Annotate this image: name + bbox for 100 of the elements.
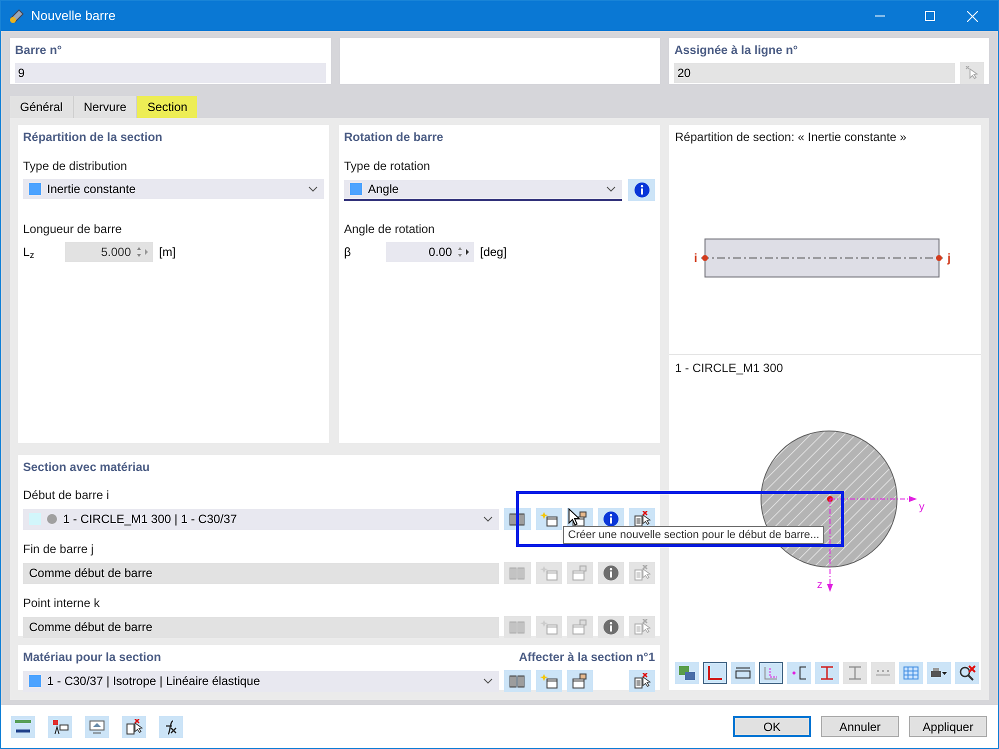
symbol-label: β	[344, 244, 352, 261]
edit-window-icon	[570, 619, 589, 635]
member-number-label: Barre n°	[15, 42, 63, 59]
i-profile-button[interactable]	[815, 662, 839, 684]
section-heading: Répartition de la section	[23, 129, 164, 146]
new-window-button[interactable]	[536, 508, 562, 530]
profile-outline-button[interactable]	[703, 662, 727, 684]
field-label: Type de rotation	[344, 158, 432, 175]
field-label: Angle de rotation	[344, 221, 436, 238]
dialog-button[interactable]: Annuler	[821, 716, 899, 737]
tab[interactable]: Section	[137, 96, 198, 118]
shear-center-icon	[790, 665, 808, 681]
new-window-icon	[540, 511, 558, 527]
axes-icon	[762, 665, 780, 681]
section-dropdown[interactable]: 1 - CIRCLE_M1 300 | 1 - C30/37	[23, 508, 500, 530]
color-swatch	[29, 183, 41, 195]
shear-center-button[interactable]	[787, 662, 811, 684]
formula-button[interactable]	[159, 716, 183, 738]
line-number-label: Assignée à la ligne n°	[674, 42, 799, 59]
color-swatch	[350, 183, 362, 195]
preview-title: Répartition de section: « Inertie constante »	[675, 129, 908, 146]
i-profile-button[interactable]	[843, 662, 867, 684]
distribution-dropdown[interactable]: Inertie constante	[23, 179, 324, 199]
window-title: Nouvelle barre	[31, 7, 116, 26]
display-button[interactable]	[85, 716, 109, 738]
info-icon	[602, 565, 619, 581]
info-icon	[602, 511, 619, 527]
tooltip: Créer une nouvelle section pour le début de barre...	[563, 526, 824, 544]
maximize-icon[interactable]	[925, 11, 935, 21]
section-heading: Rotation de barre	[344, 129, 444, 146]
end-label: i	[694, 250, 698, 267]
color-swatch	[29, 675, 41, 687]
book-button[interactable]	[504, 670, 531, 692]
end-label: j	[947, 250, 951, 267]
field-label: Début de barre i	[23, 487, 110, 504]
info-icon	[602, 619, 619, 635]
new-window-icon	[540, 565, 558, 581]
axis-label: y	[919, 500, 924, 515]
spin-arrows-icon	[135, 246, 149, 258]
info-button[interactable]	[598, 616, 624, 638]
color-scheme-icon	[51, 718, 69, 734]
material-dropdown[interactable]: 1 - C30/37 | Isotrope | Linéaire élastique	[23, 670, 500, 692]
book-icon	[509, 566, 526, 580]
number-field[interactable]: 5.000	[65, 242, 153, 262]
tab[interactable]: Général	[10, 96, 74, 118]
delete-pointer-icon	[632, 673, 651, 689]
chevron-down-icon	[308, 186, 318, 192]
grid-icon	[902, 665, 920, 681]
zoom-reset-icon	[958, 665, 976, 681]
new-window-icon	[540, 619, 558, 635]
i-profile-icon	[846, 665, 864, 681]
book-icon	[509, 620, 526, 634]
display-icon	[88, 718, 106, 734]
member-number-field[interactable]: 9	[15, 63, 326, 83]
field-label: Fin de barre j	[23, 541, 95, 558]
mouse-cursor-icon	[568, 508, 580, 526]
line-number-field[interactable]: 20	[674, 63, 955, 83]
section-image-button[interactable]	[675, 662, 699, 684]
dialog-button[interactable]: Appliquer	[909, 716, 987, 737]
field-label: Point interne k	[23, 595, 101, 612]
chevron-down-icon	[483, 678, 494, 684]
spin-arrows-icon	[456, 246, 470, 258]
close-icon[interactable]	[967, 10, 978, 22]
field-label: Type de distribution	[23, 158, 128, 175]
unit-label: [deg]	[480, 244, 507, 261]
axis-label: z	[817, 578, 822, 593]
delete-pointer-icon	[632, 565, 651, 581]
assign-label: Affecter à la section n°1	[518, 649, 655, 666]
chevron-down-icon	[606, 186, 616, 192]
section-image-icon	[678, 665, 696, 681]
edit-window-icon	[570, 565, 589, 581]
dialog-button[interactable]: OK	[733, 716, 811, 737]
field-label: Longueur de barre	[23, 221, 123, 238]
section-name: 1 - CIRCLE_M1 300	[675, 360, 784, 377]
profile-outline-icon	[706, 665, 724, 681]
book-icon	[509, 674, 526, 688]
symbol-label: L$_{z}$	[23, 244, 36, 261]
number-field[interactable]: 0.00	[386, 242, 474, 262]
edit-window-button[interactable]	[566, 670, 593, 692]
delete-pointer-button[interactable]	[628, 670, 656, 692]
delete-pointer-icon	[632, 511, 651, 527]
info-icon	[634, 182, 650, 198]
section-heading: Matériau pour la section	[23, 649, 162, 666]
section-heading: Section avec matériau	[23, 459, 151, 476]
i-profile-icon	[818, 665, 836, 681]
edit-window-icon	[570, 673, 589, 689]
delete-pointer-button[interactable]	[122, 716, 146, 738]
delete-pointer-icon	[125, 718, 143, 734]
axes-button[interactable]	[759, 662, 783, 684]
print-button[interactable]	[927, 662, 951, 684]
grid-button[interactable]	[899, 662, 923, 684]
rotation-dropdown[interactable]: Angle	[344, 180, 622, 200]
tab[interactable]: Nervure	[74, 96, 138, 118]
color-scheme-button[interactable]	[48, 716, 72, 738]
new-window-icon	[540, 673, 558, 689]
zoom-reset-button[interactable]	[955, 662, 979, 684]
info-button[interactable]	[598, 562, 624, 584]
beam-app-icon	[9, 8, 25, 24]
new-window-button[interactable]	[536, 670, 562, 692]
info-button[interactable]	[628, 179, 655, 201]
